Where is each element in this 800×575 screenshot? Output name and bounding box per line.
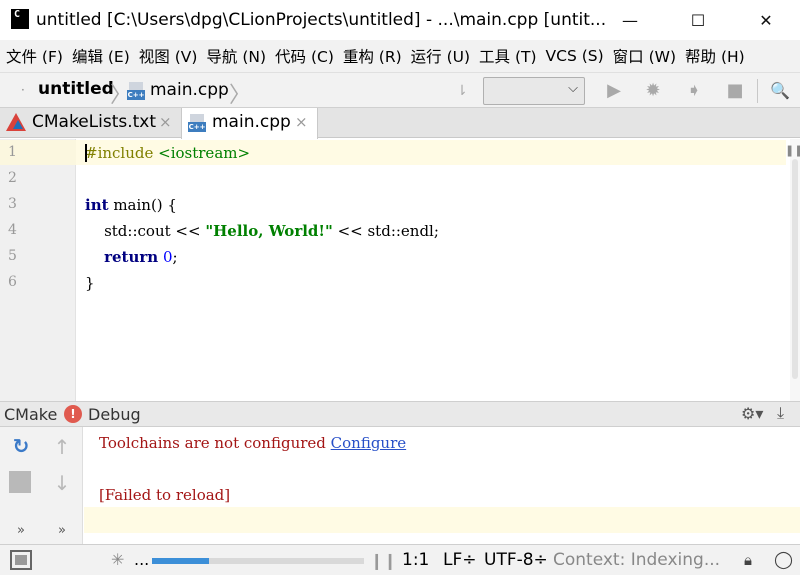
code-line-3: int main() { xyxy=(85,196,177,214)
cmake-side-toolbar: ↻ ↑ ↓ » » xyxy=(0,427,83,544)
debug-icon[interactable]: ✹ xyxy=(643,81,663,101)
cpp-file-icon: C++ xyxy=(127,82,145,100)
code-line-6: } xyxy=(85,274,95,292)
close-button[interactable]: ✕ xyxy=(743,0,789,40)
output-line: Toolchains are not configured Configure xyxy=(99,434,407,452)
menu-bar: 文件 (F) 编辑 (E) 视图 (V) 导航 (N) 代码 (C) 重构 (R… xyxy=(0,40,800,72)
run-config-select[interactable]: ⌵ xyxy=(483,77,585,105)
menu-window[interactable]: 窗口 (W) xyxy=(613,45,676,67)
breadcrumb-separator-end: 〉 xyxy=(229,83,252,108)
progress-fill xyxy=(152,558,210,564)
menu-edit[interactable]: 编辑 (E) xyxy=(72,45,130,67)
line-number: 6 xyxy=(8,274,17,290)
hide-panel-icon[interactable]: ⤓ xyxy=(777,403,784,423)
tab-close-icon[interactable]: × xyxy=(159,113,172,131)
configure-link[interactable]: Configure xyxy=(331,434,406,452)
gear-icon[interactable]: ⚙▾ xyxy=(741,404,763,423)
breadcrumb-dot-icon: · xyxy=(21,83,25,97)
file-encoding[interactable]: UTF-8÷ xyxy=(484,550,548,570)
cmake-output-panel: ↻ ↑ ↓ » » Toolchains are not configured … xyxy=(0,427,800,544)
binary-icon[interactable]: ⇂ xyxy=(452,81,472,101)
pause-icon[interactable]: ❙❙ xyxy=(370,551,397,570)
cmake-tool-window-header: CMake ! Debug ⚙▾ ⤓ xyxy=(0,401,800,427)
status-bar: ✳ ... ❙❙ 1:1 LF÷ UTF-8÷ Context: Indexin… xyxy=(0,544,800,575)
line-number: 2 xyxy=(8,170,17,186)
scrollbar-thumb[interactable] xyxy=(792,159,798,379)
editor-tab-bar: CMakeLists.txt × C++ main.cpp × xyxy=(0,108,800,139)
line-number: 4 xyxy=(8,222,17,238)
toolbar-divider xyxy=(757,79,758,103)
menu-code[interactable]: 代码 (C) xyxy=(275,45,334,67)
spinner-icon: ✳ xyxy=(111,550,125,569)
code-line-1: #include <iostream> xyxy=(85,144,251,162)
progress-text: ... xyxy=(134,550,150,569)
tab-cmakelists[interactable]: CMakeLists.txt × xyxy=(0,108,181,138)
lock-icon[interactable]: 🔒︎ xyxy=(744,551,752,569)
cmake-title: CMake xyxy=(4,405,58,424)
tab-label: main.cpp xyxy=(212,112,291,132)
line-separator[interactable]: LF÷ xyxy=(443,550,477,570)
code-line-4: std::cout << "Hello, World!" << std::end… xyxy=(85,222,439,240)
menu-view[interactable]: 视图 (V) xyxy=(139,45,198,67)
stop-icon[interactable]: ■ xyxy=(725,81,745,101)
navigation-bar: · untitled 〉 C++ main.cpp 〉 ⇂ ⌵ ▶ ✹ ➧ ■ … xyxy=(0,72,800,108)
profile-icon[interactable]: ➧ xyxy=(684,81,704,101)
tab-label: CMakeLists.txt xyxy=(32,112,157,132)
chevron-down-icon: ⌵ xyxy=(568,81,578,96)
menu-run[interactable]: 运行 (U) xyxy=(411,45,470,67)
arrow-up-icon[interactable]: ↑ xyxy=(50,435,74,459)
context-status[interactable]: Context: Indexing... xyxy=(553,550,720,570)
window-title: untitled [C:\Users\dpg\CLionProjects\unt… xyxy=(36,10,607,30)
clion-app-icon[interactable]: C xyxy=(11,9,29,29)
menu-help[interactable]: 帮助 (H) xyxy=(685,45,745,67)
line-number: 1 xyxy=(8,144,17,160)
reload-icon[interactable]: ↻ xyxy=(9,434,33,458)
tab-main-cpp[interactable]: C++ main.cpp × xyxy=(181,108,318,139)
title-bar: C untitled [C:\Users\dpg\CLionProjects\u… xyxy=(0,0,800,40)
indexing-progress-bar[interactable] xyxy=(152,558,364,564)
line-number: 5 xyxy=(8,248,17,264)
menu-file[interactable]: 文件 (F) xyxy=(6,45,63,67)
minimize-button[interactable]: — xyxy=(607,0,653,40)
maximize-button[interactable]: ☐ xyxy=(675,0,721,40)
menu-refactor[interactable]: 重构 (R) xyxy=(343,45,402,67)
line-number: 3 xyxy=(8,196,17,212)
more-actions-icon[interactable]: » xyxy=(50,523,74,538)
caret-position[interactable]: 1:1 xyxy=(402,550,429,570)
tab-close-icon[interactable]: × xyxy=(295,113,308,131)
output-line: [Failed to reload] xyxy=(99,486,231,504)
code-line-5: return 0; xyxy=(104,248,178,266)
run-icon[interactable]: ▶ xyxy=(604,81,624,101)
cmake-profile-tab[interactable]: Debug xyxy=(88,405,141,424)
breadcrumb-project[interactable]: untitled xyxy=(38,79,114,99)
menu-vcs[interactable]: VCS (S) xyxy=(546,47,604,65)
current-output-line xyxy=(84,507,800,533)
cmake-icon-inner xyxy=(13,120,23,129)
tool-windows-icon[interactable] xyxy=(10,550,32,570)
menu-tools[interactable]: 工具 (T) xyxy=(479,45,537,67)
cpp-file-icon: C++ xyxy=(188,114,206,132)
analysis-pause-icon[interactable]: ❚❚ xyxy=(785,144,800,157)
stop-icon[interactable] xyxy=(9,471,31,493)
menu-navigate[interactable]: 导航 (N) xyxy=(206,45,266,67)
more-actions-icon[interactable]: » xyxy=(9,523,33,538)
text-caret xyxy=(85,144,87,162)
code-editor[interactable]: 1 2 3 4 5 6 #include <iostream> int main… xyxy=(0,139,800,401)
error-icon: ! xyxy=(64,405,82,423)
event-log-icon[interactable]: ◯ xyxy=(774,550,793,570)
search-icon[interactable]: 🔍 xyxy=(770,81,790,101)
breadcrumb-file[interactable]: main.cpp xyxy=(150,80,229,100)
arrow-down-icon[interactable]: ↓ xyxy=(50,471,74,495)
editor-scrollbar[interactable] xyxy=(790,139,800,401)
